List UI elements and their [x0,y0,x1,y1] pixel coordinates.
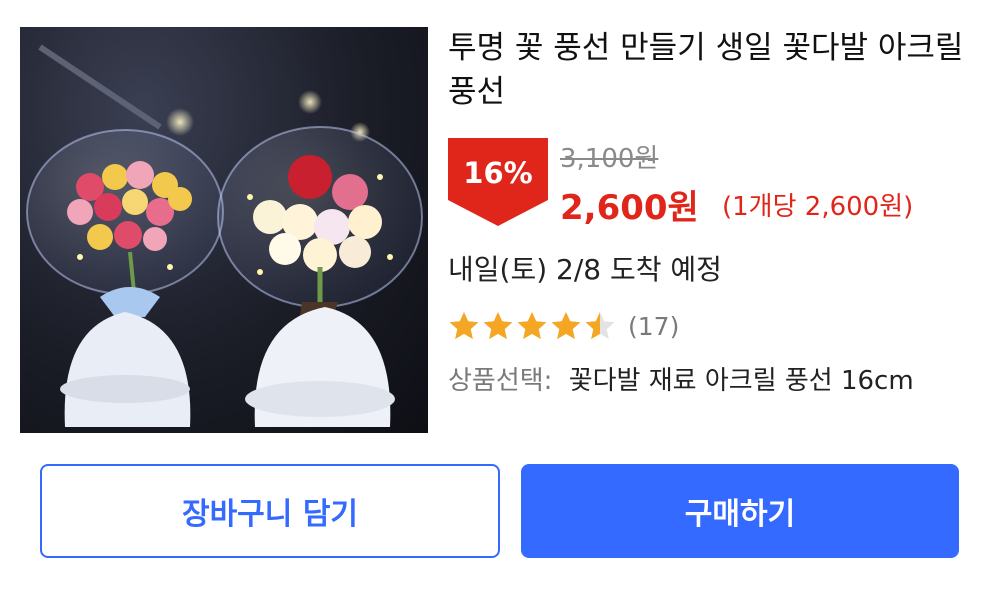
star-full-icon [449,312,479,340]
product-title[interactable]: 투명 꽃 풍선 만들기 생일 꽃다발 아크릴 풍선 [448,26,968,114]
star-full-icon [517,312,547,340]
star-full-icon [483,312,513,340]
product-image[interactable] [20,27,428,433]
review-count[interactable]: (17) [628,312,679,341]
buy-now-button[interactable]: 구매하기 [521,464,959,558]
add-to-cart-button[interactable]: 장바구니 담기 [40,464,500,558]
rating-row[interactable]: (17) [448,306,679,346]
selected-option: 상품선택: 꽃다발 재료 아크릴 풍선 16cm [448,360,914,397]
flower-balloon-photo [26,44,423,427]
star-rating [448,310,618,342]
option-label: 상품선택: [448,366,553,396]
unit-price: (1개당 2,600원) [722,192,914,222]
original-price: 3,100원 [560,144,659,174]
discount-percent: 16% [463,156,533,190]
star-half-icon [585,312,615,340]
discount-badge: 16% [448,138,548,228]
star-full-icon [551,312,581,340]
option-value: 꽃다발 재료 아크릴 풍선 16cm [568,366,914,396]
delivery-estimate: 내일(토) 2/8 도착 예정 [448,253,722,286]
sale-price: 2,600원 [560,188,699,228]
